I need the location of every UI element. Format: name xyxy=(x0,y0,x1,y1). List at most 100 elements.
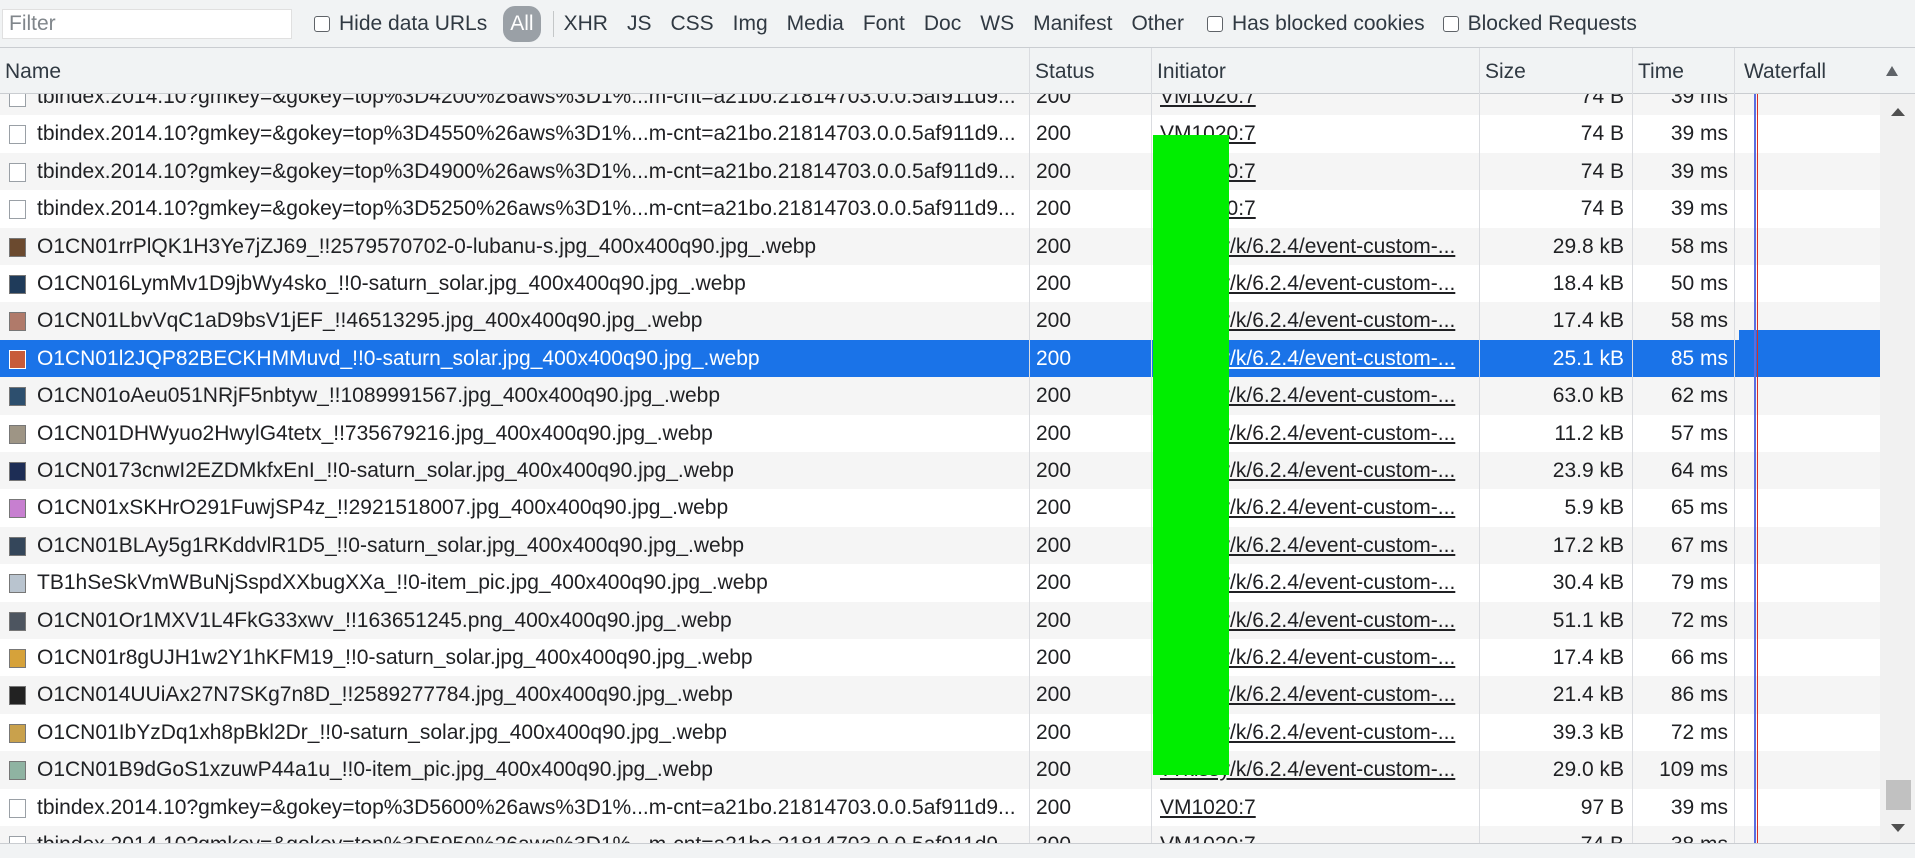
has-blocked-cookies-checkbox[interactable]: Has blocked cookies xyxy=(1206,12,1425,36)
type-filter-js[interactable]: JS xyxy=(627,12,652,36)
request-row[interactable]: tbindex.2014.10?gmkey=&gokey=top%3D4200%… xyxy=(0,94,1880,116)
request-name: O1CN01rrPlQK1H3Ye7jZJ69_!!2579570702-0-l… xyxy=(37,234,817,258)
request-row[interactable]: tbindex.2014.10?gmkey=&gokey=top%3D5250%… xyxy=(0,190,1880,227)
column-header-name[interactable]: Name xyxy=(0,48,1028,93)
request-size: 29.0 kB xyxy=(1552,758,1624,782)
request-name: O1CN0173cnwI2EZDMkfxEnI_!!0-saturn_solar… xyxy=(37,459,734,482)
type-filter-ws[interactable]: WS xyxy=(980,12,1014,36)
request-name: tbindex.2014.10?gmkey=&gokey=top%3D4550%… xyxy=(37,122,1016,146)
request-status: 200 xyxy=(1036,683,1072,707)
request-size: 29.8 kB xyxy=(1552,234,1624,258)
request-size: 17.2 kB xyxy=(1552,533,1624,557)
request-row[interactable]: tbindex.2014.10?gmkey=&gokey=top%3D4550%… xyxy=(0,115,1880,152)
type-filter-img[interactable]: Img xyxy=(733,12,768,36)
request-size: 74 B xyxy=(1580,197,1624,221)
request-name: O1CN01Or1MXV1L4FkG33xwv_!!163651245.png_… xyxy=(37,608,732,632)
type-filter-css[interactable]: CSS xyxy=(670,12,713,36)
column-header-size[interactable]: Size xyxy=(1480,48,1630,93)
blocked-requests-label: Blocked Requests xyxy=(1467,11,1637,35)
scroll-up-icon[interactable] xyxy=(1891,108,1905,116)
request-time: 79 ms xyxy=(1670,571,1728,595)
request-row[interactable]: O1CN01Or1MXV1L4FkG33xwv_!!163651245.png_… xyxy=(0,601,1880,639)
request-status: 200 xyxy=(1036,720,1072,744)
request-status: 200 xyxy=(1036,159,1072,183)
column-divider xyxy=(1734,48,1735,843)
request-row[interactable]: O1CN01LbvVqC1aD9bsV1jEF_!!46513295.jpg_4… xyxy=(0,302,1880,340)
column-header-initiator[interactable]: Initiator xyxy=(1152,48,1478,93)
request-name: tbindex.2014.10?gmkey=&gokey=top%3D5600%… xyxy=(37,795,1016,819)
type-filter-font[interactable]: Font xyxy=(863,12,905,36)
request-status: 200 xyxy=(1036,646,1072,669)
request-status: 200 xyxy=(1036,197,1072,221)
request-status: 200 xyxy=(1036,234,1072,258)
vertical-scrollbar[interactable] xyxy=(1880,94,1915,843)
request-initiator: VM1020:7 xyxy=(1152,94,1478,115)
request-time: 64 ms xyxy=(1670,459,1728,482)
request-row[interactable]: O1CN014UUiAx27N7SKg7n8D_!!2589277784.jpg… xyxy=(0,676,1880,714)
request-size: 74 B xyxy=(1580,94,1624,108)
initiator-link[interactable]: VM1020:7 xyxy=(1160,94,1256,108)
column-divider xyxy=(1479,48,1480,843)
checkbox-icon[interactable] xyxy=(1206,15,1223,32)
waterfall-domcontentloaded-line xyxy=(1754,94,1756,843)
request-name: tbindex.2014.10?gmkey=&gokey=top%3D4200%… xyxy=(37,94,1016,108)
request-status: 200 xyxy=(1036,795,1072,819)
request-status: 200 xyxy=(1036,272,1072,295)
column-header-waterfall[interactable]: Waterfall xyxy=(1739,48,1915,93)
filter-input[interactable] xyxy=(2,8,292,39)
request-row[interactable]: O1CN01l2JQP82BECKHMMuvd_!!0-saturn_solar… xyxy=(0,339,1880,378)
scroll-down-icon[interactable] xyxy=(1891,824,1905,832)
request-row[interactable]: O1CN01xSKHrO291FuwjSP4z_!!2921518007.jpg… xyxy=(0,489,1880,526)
initiator-link[interactable]: VM1020:7 xyxy=(1160,833,1256,843)
request-name: O1CN014UUiAx27N7SKg7n8D_!!2589277784.jpg… xyxy=(37,683,733,707)
request-initiator: VM1020:7 xyxy=(1152,826,1478,843)
request-status: 200 xyxy=(1030,826,1150,843)
request-name: O1CN01B9dGoS1xzuwP44a1u_!!0-item_pic.jpg… xyxy=(37,758,713,782)
request-time: 72 ms xyxy=(1670,608,1728,632)
request-row[interactable]: O1CN0173cnwI2EZDMkfxEnI_!!0-saturn_solar… xyxy=(0,452,1880,490)
column-divider xyxy=(1151,48,1152,843)
request-row[interactable]: O1CN01rrPlQK1H3Ye7jZJ69_!!2579570702-0-l… xyxy=(0,227,1880,265)
request-row[interactable]: tbindex.2014.10?gmkey=&gokey=top%3D5600%… xyxy=(0,789,1880,826)
column-header-time[interactable]: Time xyxy=(1633,48,1733,93)
type-filter-xhr[interactable]: XHR xyxy=(564,12,608,36)
hide-data-urls-checkbox[interactable]: Hide data URLs xyxy=(314,12,487,36)
request-time: 109 ms xyxy=(1659,758,1728,782)
request-row[interactable]: O1CN01DHWyuo2HwylG4tetx_!!735679216.jpg_… xyxy=(0,415,1880,452)
initiator-link[interactable]: VM1020:7 xyxy=(1160,796,1256,819)
request-name: O1CN01l2JQP82BECKHMMuvd_!!0-saturn_solar… xyxy=(37,346,760,370)
request-name: tbindex.2014.10?gmkey=&gokey=top%3D5950%… xyxy=(0,826,1028,843)
request-size: 18.4 kB xyxy=(1552,272,1624,295)
request-row[interactable]: TB1hSeSkVmWBuNjSspdXXbugXXa_!!0-item_pic… xyxy=(0,564,1880,601)
request-name: O1CN01oAeu051NRjF5nbtyw_!!1089991567.jpg… xyxy=(37,384,721,408)
request-size: 25.1 kB xyxy=(1552,346,1624,370)
request-row[interactable]: O1CN01IbYzDq1xh8pBkl2Dr_!!0-saturn_solar… xyxy=(0,714,1880,751)
request-status: 200 xyxy=(1036,533,1072,557)
request-size: 17.4 kB xyxy=(1552,646,1624,669)
request-row[interactable]: O1CN01BLAy5g1RKddvlR1D5_!!0-saturn_solar… xyxy=(0,526,1880,565)
network-filter-toolbar: Hide data URLs All XHR JS CSS Img Media … xyxy=(0,0,1915,48)
column-header-status[interactable]: Status xyxy=(1030,48,1150,93)
type-filter-manifest[interactable]: Manifest xyxy=(1033,12,1112,36)
request-row[interactable]: O1CN016LymMv1D9jbWy4sko_!!0-saturn_solar… xyxy=(0,265,1880,302)
request-size: 74 B xyxy=(1480,826,1630,843)
toolbar-divider xyxy=(552,10,554,37)
request-time: 62 ms xyxy=(1670,384,1728,408)
request-status: 200 xyxy=(1036,122,1072,146)
request-name: O1CN01xSKHrO291FuwjSP4z_!!2921518007.jpg… xyxy=(37,496,729,520)
type-filter-all[interactable]: All xyxy=(503,5,541,42)
scrollbar-thumb[interactable] xyxy=(1886,780,1911,810)
request-time: 39 ms xyxy=(1670,795,1728,819)
type-filter-other[interactable]: Other xyxy=(1131,12,1184,36)
type-filter-doc[interactable]: Doc xyxy=(924,12,961,36)
request-row[interactable]: tbindex.2014.10?gmkey=&gokey=top%3D5950%… xyxy=(0,826,1880,843)
request-row[interactable]: O1CN01B9dGoS1xzuwP44a1u_!!0-item_pic.jpg… xyxy=(0,751,1880,789)
request-row[interactable]: tbindex.2014.10?gmkey=&gokey=top%3D4900%… xyxy=(0,152,1880,191)
type-filter-media[interactable]: Media xyxy=(787,12,844,36)
request-row[interactable]: O1CN01r8gUJH1w2Y1hKFM19_!!0-saturn_solar… xyxy=(0,639,1880,676)
request-row[interactable]: O1CN01oAeu051NRjF5nbtyw_!!1089991567.jpg… xyxy=(0,377,1880,415)
checkbox-icon[interactable] xyxy=(314,15,330,32)
blocked-requests-checkbox[interactable]: Blocked Requests xyxy=(1442,11,1637,36)
request-size: 74 B xyxy=(1580,122,1624,146)
checkbox-icon[interactable] xyxy=(1442,15,1459,32)
